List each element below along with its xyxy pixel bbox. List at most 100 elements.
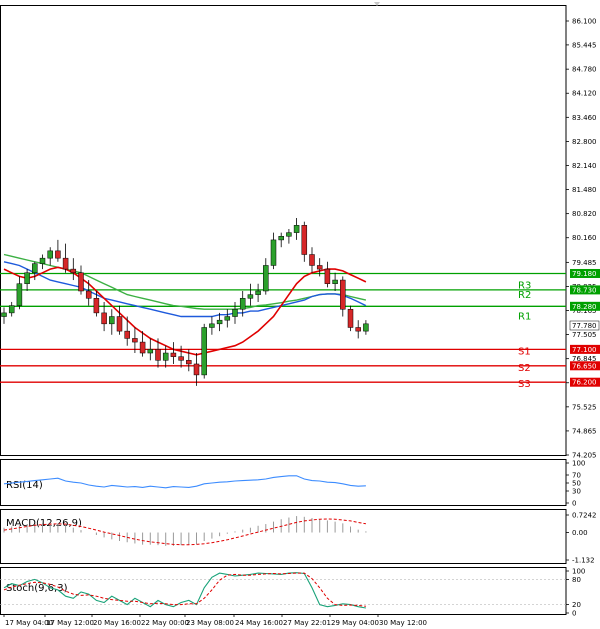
candle-body-up — [47, 250, 53, 259]
price-tick-label: 84.120 — [572, 90, 597, 98]
candle-body-down — [139, 341, 146, 354]
time-tick-label: 20 May 16:00 — [93, 619, 141, 627]
macd-tick-label: 0.7242 — [572, 512, 597, 520]
macd-tick-label: -1.132 — [572, 557, 595, 565]
rsi-tick-label: 70 — [572, 472, 581, 480]
candle-body-up — [109, 316, 115, 325]
current-price-tag: 77.780 — [569, 320, 600, 331]
price-tick-label: 75.525 — [572, 403, 597, 411]
time-tick-label: 30 May 12:00 — [379, 619, 427, 627]
price-tick-label: 74.865 — [572, 427, 597, 435]
rsi-tick-label: 30 — [572, 488, 581, 496]
stoch-tick-label: 0 — [572, 610, 576, 618]
price-tick-label: 85.445 — [572, 41, 597, 49]
candle-body-down — [170, 352, 177, 357]
time-tick-label: 17 May 12:00 — [46, 619, 94, 627]
candle-body-down — [178, 356, 184, 361]
macd-label: MACD(12,26,9) — [6, 518, 82, 529]
candle-body-down — [101, 312, 107, 325]
candle-body-down — [85, 290, 92, 299]
candle-body-up — [255, 290, 261, 295]
candle-body-down — [132, 338, 138, 343]
candle-body-down — [116, 316, 123, 332]
price-tick-label: 80.160 — [572, 234, 597, 242]
price-tick-label: 79.485 — [572, 259, 597, 267]
price-tick-label: 77.505 — [572, 331, 597, 339]
rsi-tick-label: 50 — [572, 480, 581, 488]
price-tick-label: 80.820 — [572, 210, 597, 218]
candle-body-down — [93, 298, 100, 314]
candle-body-up — [209, 323, 215, 328]
candle-body-up — [224, 316, 231, 321]
price-tick-label: 81.480 — [572, 186, 597, 194]
candle — [201, 323, 207, 379]
candle-body-up — [8, 305, 15, 314]
candle-body-down — [186, 360, 192, 365]
candle-body-up — [162, 352, 169, 361]
candle-body-up — [147, 349, 154, 354]
candle-body-up — [247, 294, 254, 299]
candle-body-down — [301, 225, 308, 255]
pivot-label-r1: R1 — [518, 311, 531, 322]
chart-background — [0, 0, 600, 629]
candle-body-up — [363, 323, 369, 332]
candle — [347, 305, 354, 332]
stoch-tick-label: 100 — [572, 568, 585, 576]
time-tick-label: 27 May 22:01 — [283, 619, 331, 627]
price-tick-label: 84.780 — [572, 66, 597, 74]
rsi-tick-label: 0 — [572, 500, 576, 508]
candle-body-down — [340, 279, 346, 310]
candle-body-down — [55, 250, 61, 259]
candle-body-up — [39, 257, 46, 264]
candle-body-up — [278, 236, 284, 241]
time-tick-label: 24 May 16:00 — [235, 619, 283, 627]
candle-body-down — [62, 257, 69, 270]
candle-body-up — [286, 232, 292, 237]
pivot-label-s2: S2 — [518, 363, 531, 374]
trading-chart: 86.100 85.445 84.780 84.120 83.460 82.800 82.1… — [0, 0, 600, 629]
candle-body-up — [263, 265, 269, 292]
candle-body-down — [355, 327, 361, 332]
time-tick-label: 29 May 04:00 — [331, 619, 379, 627]
price-tick-label: 86.100 — [572, 18, 597, 26]
candle-body-up — [201, 327, 207, 376]
pivot-value-label: 76.650 — [572, 362, 597, 370]
time-tick-label: 22 May 00:00 — [141, 619, 189, 627]
candle-body-down — [155, 349, 161, 361]
candle-body-up — [1, 312, 7, 317]
candle-body-up — [270, 239, 277, 266]
pivot-label-r2: R2 — [518, 290, 531, 301]
candle-body-down — [309, 254, 315, 266]
stoch-tick-label: 20 — [572, 601, 581, 609]
candle-body-down — [124, 330, 130, 339]
pivot-label-s1: S1 — [518, 346, 531, 357]
candle-body-up — [332, 279, 338, 284]
pivot-label-s3: S3 — [518, 379, 531, 390]
pivot-value-label: 79.180 — [572, 270, 597, 278]
price-tick-label: 82.140 — [572, 162, 597, 170]
candle-body-up — [293, 225, 300, 233]
candle-body-up — [216, 319, 223, 325]
candle-body-up — [16, 283, 23, 306]
pivot-value-label: 78.730 — [572, 286, 597, 294]
candle-body-up — [32, 263, 38, 274]
current-price-label: 77.780 — [572, 322, 597, 330]
candle-body-down — [78, 272, 84, 292]
pivot-value-label: 78.280 — [572, 303, 597, 311]
candle-body-up — [239, 298, 246, 310]
candle-body-up — [24, 272, 30, 284]
time-tick-label: 23 May 08:00 — [186, 619, 234, 627]
rsi-tick-label: 100 — [572, 460, 585, 468]
price-tick-label: 83.460 — [572, 114, 597, 122]
pivot-value-label: 76.200 — [572, 379, 597, 387]
macd-tick-label: 0.00 — [572, 529, 588, 537]
candle-body-down — [70, 268, 77, 274]
stoch-tick-label: 80 — [572, 576, 581, 584]
pivot-value-label: 77.100 — [572, 346, 597, 354]
candle-body-down — [193, 363, 200, 376]
candle-body-down — [347, 308, 354, 328]
candle-body-up — [232, 308, 238, 317]
candle-body-down — [316, 265, 323, 270]
candle-body-down — [324, 268, 331, 284]
price-tick-label: 82.800 — [572, 138, 597, 146]
